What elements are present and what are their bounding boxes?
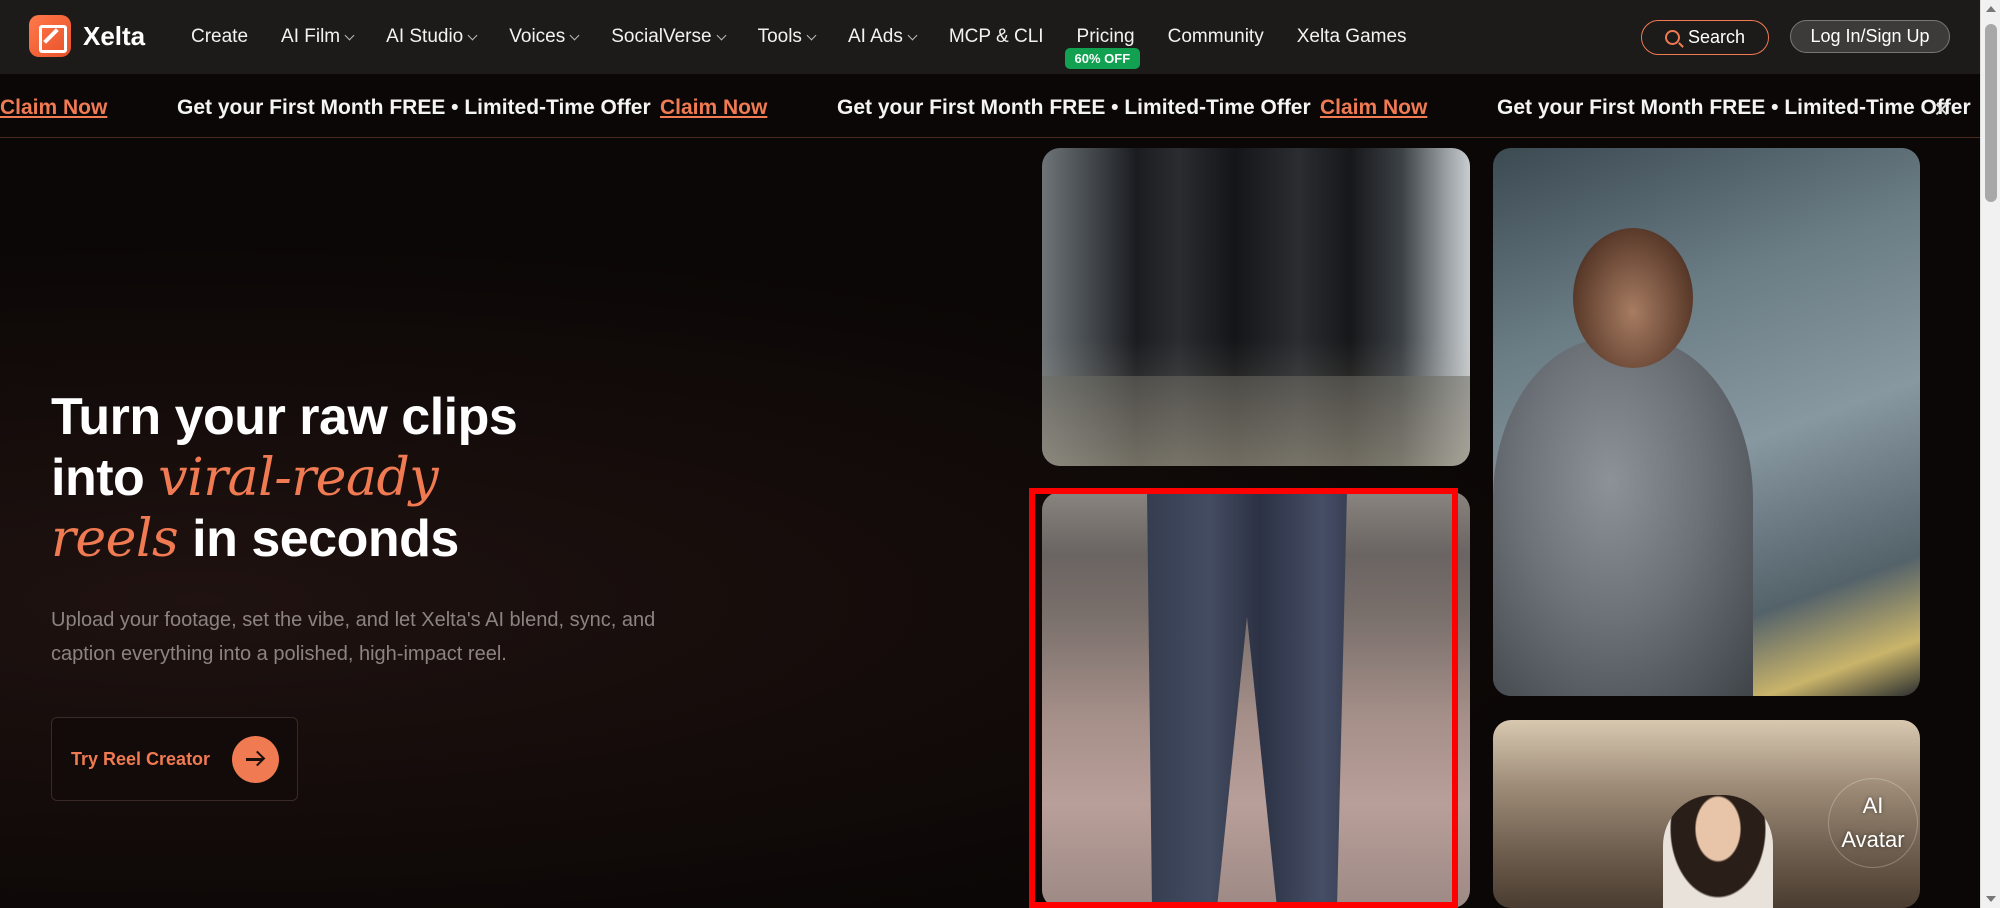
- logo[interactable]: Xelta: [29, 15, 145, 57]
- promo-offer-text: Get your First Month FREE • Limited-Time…: [837, 96, 1311, 119]
- video-tile-walking-crowd[interactable]: [1042, 148, 1470, 466]
- video-tile-subway-runner[interactable]: [1493, 148, 1920, 696]
- promo-banner: Claim Now Get your First Month FREE • Li…: [0, 74, 1980, 138]
- claim-now-link[interactable]: Claim Now: [1320, 96, 1427, 120]
- ai-avatar-button[interactable]: AI Avatar: [1828, 778, 1918, 868]
- nav-item-socialverse[interactable]: SocialVerse: [611, 26, 727, 48]
- nav-item-ai-studio[interactable]: AI Studio: [386, 26, 478, 48]
- chevron-down-icon: [467, 30, 478, 40]
- nav-item-label: Pricing: [1076, 26, 1135, 47]
- hero-subtitle: Upload your footage, set the vibe, and l…: [51, 609, 656, 665]
- search-button[interactable]: Search: [1641, 20, 1769, 55]
- nav-item-ai-ads[interactable]: AI Ads: [847, 26, 918, 48]
- nav-item-label: MCP & CLI: [948, 26, 1044, 47]
- chevron-down-icon: [716, 30, 727, 40]
- nav-item-create[interactable]: Create: [191, 26, 248, 48]
- nav-item-label: AI Ads: [847, 26, 903, 47]
- tile-figure: [1573, 228, 1693, 368]
- nav-item-label: Create: [191, 26, 249, 47]
- headline-line: in seconds: [178, 510, 459, 568]
- scrollbar-thumb[interactable]: [1985, 24, 1997, 202]
- vertical-scrollbar[interactable]: [1980, 0, 2000, 908]
- nav-item-label: Community: [1167, 26, 1264, 47]
- promo-offer-text: Get your First Month FREE • Limited-Time…: [177, 96, 651, 119]
- nav-menu: Create AI Film AI Studio Voices SocialVe…: [191, 0, 1440, 74]
- nav-item-pricing[interactable]: Pricing 60% OFF: [1064, 26, 1141, 69]
- nav-item-label: SocialVerse: [611, 26, 712, 47]
- selection-highlight: [1029, 488, 1458, 908]
- headline-line: into: [51, 449, 159, 507]
- xelta-logo-icon: [29, 15, 71, 57]
- nav-item-community[interactable]: Community: [1168, 26, 1264, 48]
- arrow-right-icon: [232, 736, 279, 783]
- nav-item-label: Tools: [757, 26, 802, 47]
- cta-label: Try Reel Creator: [71, 749, 211, 769]
- nav-item-label: AI Studio: [386, 26, 464, 47]
- nav-item-xelta-games[interactable]: Xelta Games: [1297, 26, 1407, 48]
- nav-item-voices[interactable]: Voices: [509, 26, 580, 48]
- chevron-down-icon: [806, 30, 817, 40]
- close-icon[interactable]: ×: [1934, 94, 1949, 125]
- scroll-down-arrow-icon[interactable]: [1986, 896, 1996, 902]
- hero-headline: Turn your raw clips into viral-ready ree…: [51, 387, 518, 570]
- search-label: Search: [1687, 27, 1746, 47]
- chevron-down-icon: [569, 30, 580, 40]
- promo-offer-text: Get your First Month FREE • Limited-Time…: [1497, 96, 1971, 119]
- try-reel-creator-button[interactable]: Try Reel Creator: [51, 717, 298, 801]
- claim-now-link[interactable]: Claim Now: [660, 96, 767, 120]
- headline-accent: viral-ready: [158, 448, 439, 508]
- claim-now-link[interactable]: Claim Now: [0, 96, 107, 120]
- nav-item-tools[interactable]: Tools: [757, 26, 817, 48]
- discount-badge: 60% OFF: [1064, 48, 1141, 69]
- nav-item-label: Voices: [509, 26, 566, 47]
- headline-accent: reels: [51, 509, 179, 569]
- top-nav: Xelta Create AI Film AI Studio Voices So…: [0, 0, 1980, 74]
- search-icon: [1664, 30, 1680, 45]
- scroll-up-arrow-icon[interactable]: [1986, 6, 1996, 12]
- login-signup-button[interactable]: Log In/Sign Up: [1790, 20, 1950, 53]
- headline-line: Turn your raw clips: [51, 388, 518, 446]
- chevron-down-icon: [344, 30, 355, 40]
- nav-item-ai-film[interactable]: AI Film: [281, 26, 355, 48]
- nav-item-mcp-cli[interactable]: MCP & CLI: [949, 26, 1044, 48]
- ai-avatar-label: Avatar: [1841, 827, 1905, 852]
- tile-figure: [1663, 795, 1773, 908]
- nav-item-label: Xelta Games: [1296, 26, 1407, 47]
- logo-text: Xelta: [83, 20, 146, 51]
- chevron-down-icon: [907, 30, 918, 40]
- nav-item-label: AI Film: [281, 26, 341, 47]
- ai-avatar-label: AI: [1862, 793, 1884, 818]
- tile-figure: [1493, 338, 1753, 696]
